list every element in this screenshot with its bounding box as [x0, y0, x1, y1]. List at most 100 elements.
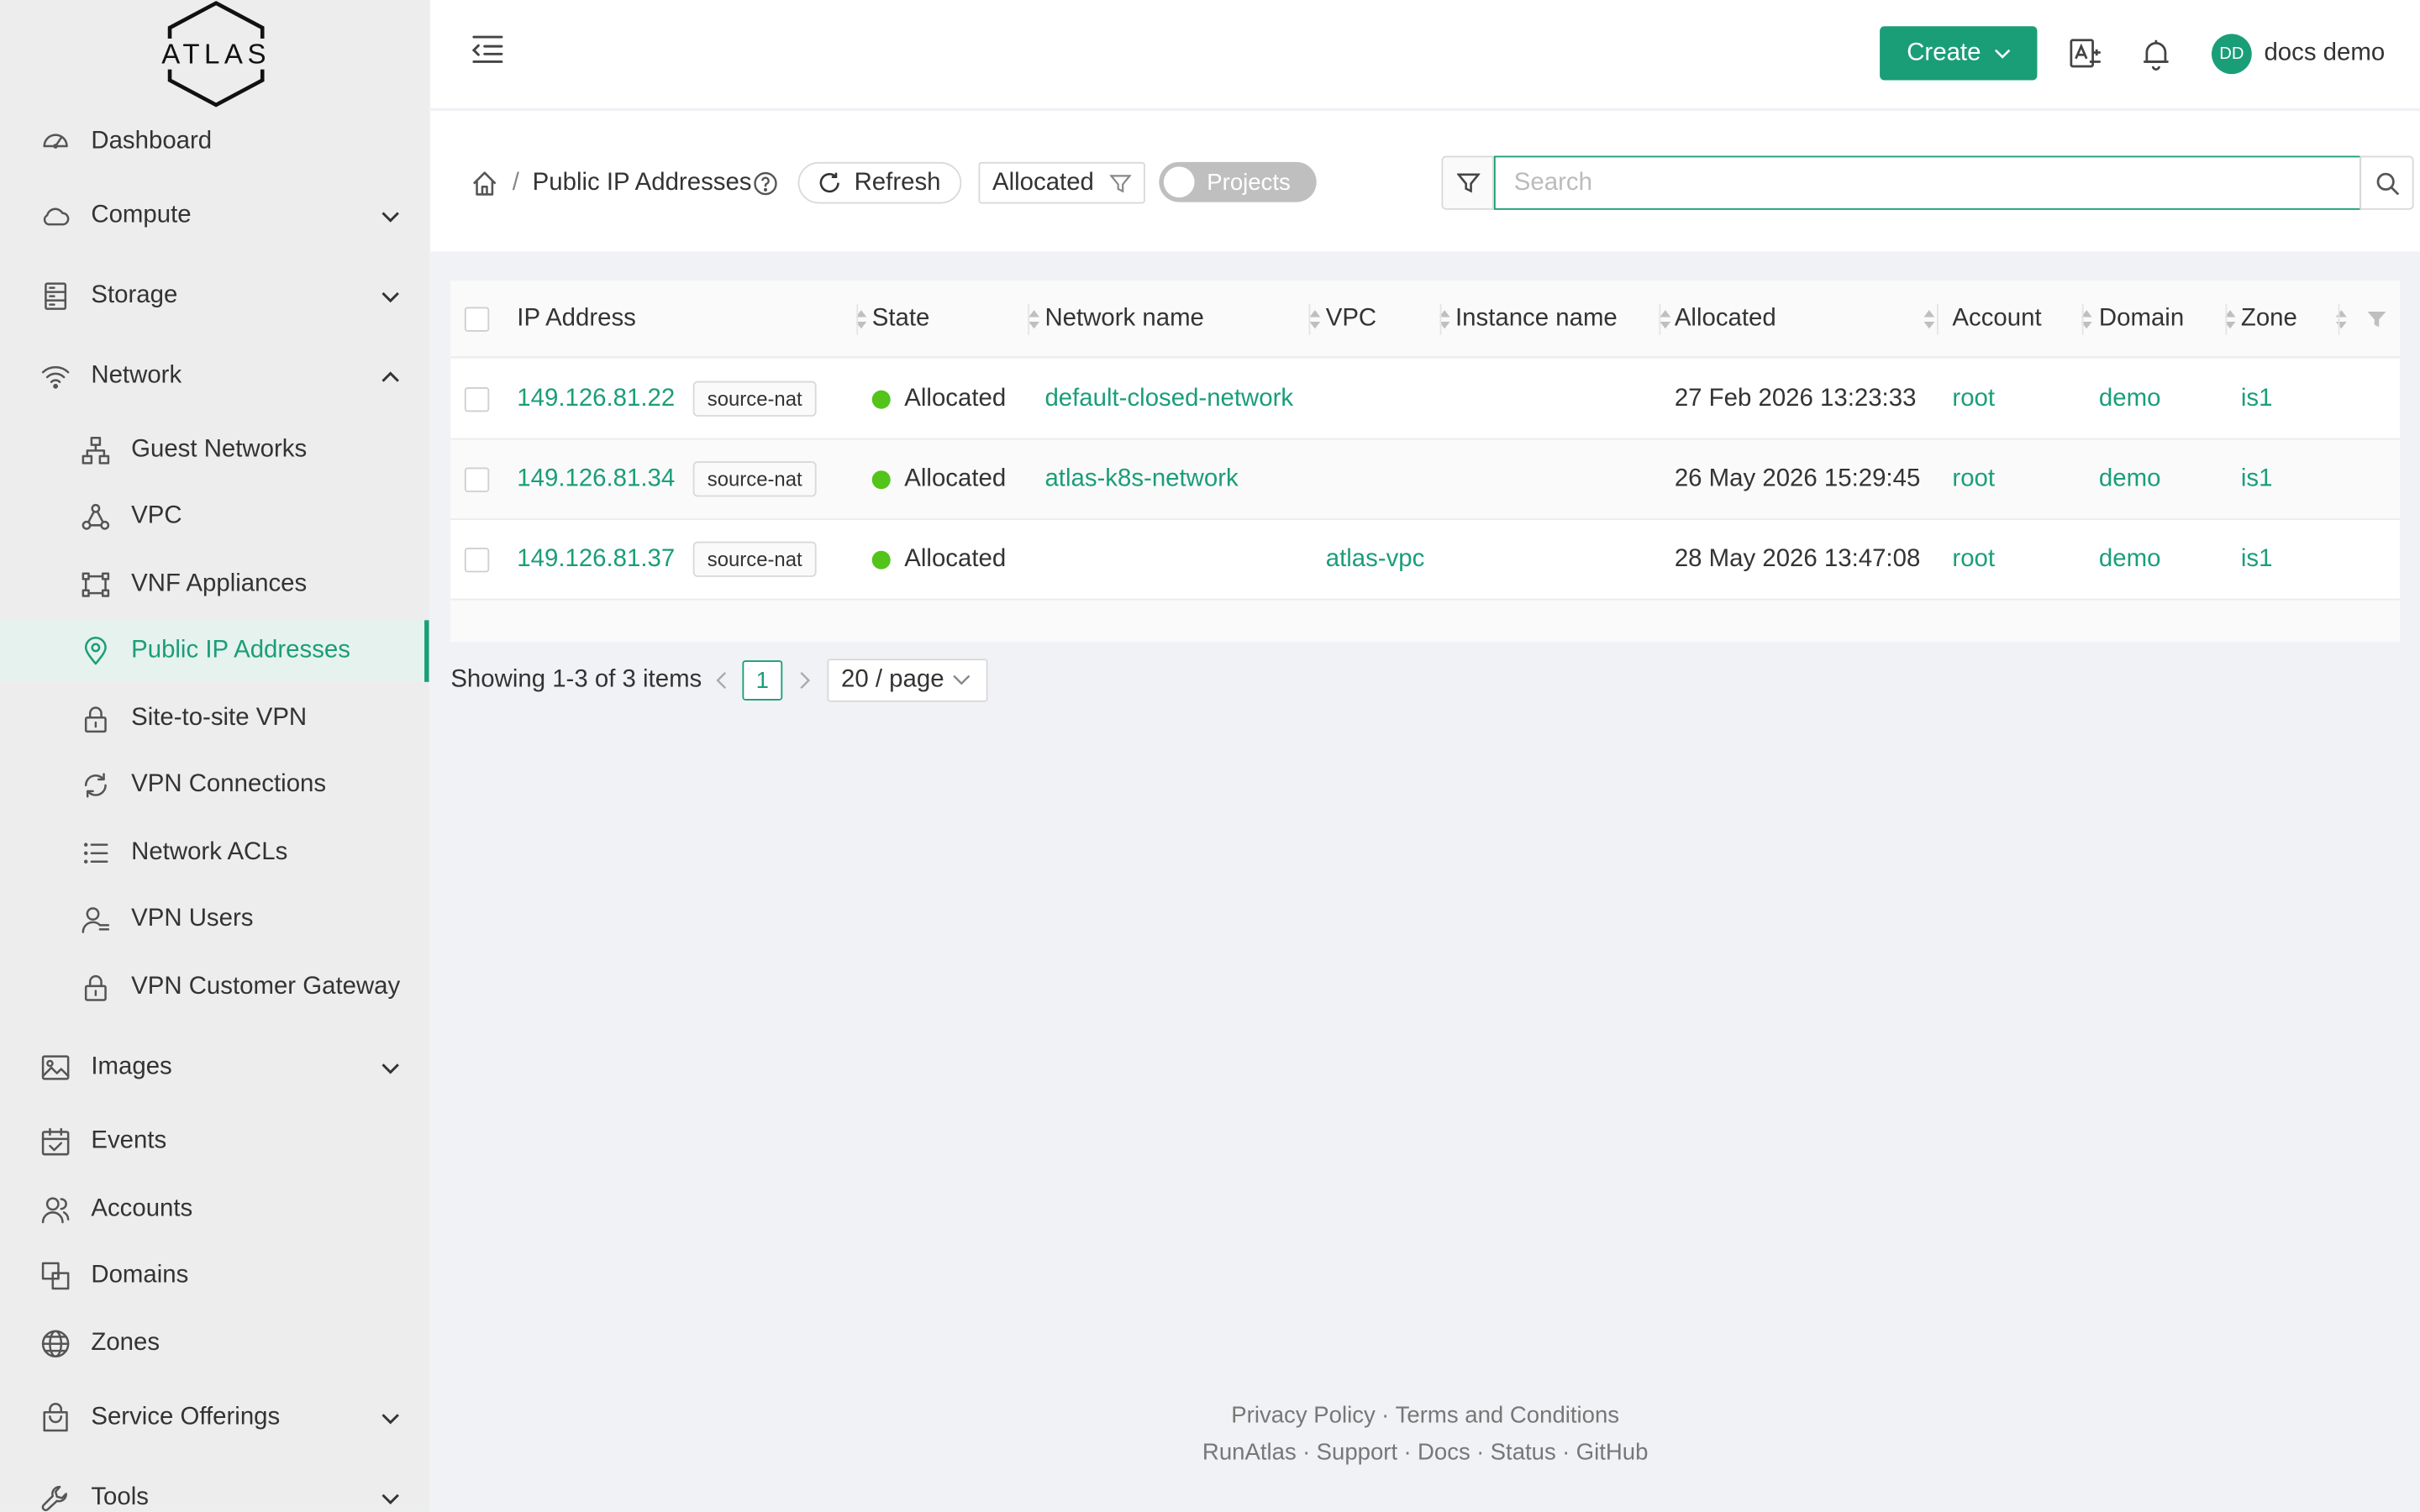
table-row[interactable]: 149.126.81.34 source-nat Allocated atlas-k8…	[450, 439, 2401, 520]
column-divider	[1659, 303, 1661, 335]
sort-icon[interactable]	[1309, 308, 1322, 330]
footer-link-github[interactable]: GitHub	[1576, 1440, 1649, 1466]
atlas-logo[interactable]: ATLAS	[160, 0, 272, 108]
state-text: Allocated	[904, 385, 1007, 412]
sidebar-item-vpn-customer-gateway[interactable]: VPN Customer Gateway	[0, 957, 429, 1018]
pagination-page-1[interactable]: 1	[742, 660, 783, 701]
sidebar-item-storage[interactable]: Storage	[0, 265, 429, 327]
sidebar-item-service-offerings[interactable]: Service Offerings	[0, 1387, 429, 1448]
footer-link-terms-and-conditions[interactable]: Terms and Conditions	[1396, 1403, 1619, 1429]
network-link[interactable]: atlas-k8s-network	[1044, 465, 1238, 493]
sidebar-item-accounts[interactable]: Accounts	[0, 1179, 429, 1240]
footer-link-docs[interactable]: Docs	[1418, 1440, 1470, 1466]
projects-toggle[interactable]: Projects	[1159, 161, 1317, 202]
column-header-ip-address[interactable]: IP Address	[517, 281, 636, 356]
row-checkbox[interactable]	[464, 467, 490, 492]
home-icon[interactable]	[471, 170, 498, 197]
chevron-down-icon[interactable]	[380, 205, 402, 227]
footer-link-privacy-policy[interactable]: Privacy Policy	[1231, 1403, 1375, 1429]
sidebar-item-compute[interactable]: Compute	[0, 185, 429, 246]
sidebar-item-tools[interactable]: Tools	[0, 1467, 429, 1512]
column-header-zone[interactable]: Zone	[2241, 281, 2297, 356]
chevron-left-icon[interactable]	[712, 668, 734, 692]
sidebar-item-events[interactable]: Events	[0, 1110, 429, 1172]
menu-fold-icon[interactable]	[471, 34, 504, 65]
sidebar-item-network[interactable]: Network	[0, 345, 429, 407]
create-button[interactable]: Create	[1880, 26, 2038, 81]
refresh-button[interactable]: Refresh	[797, 161, 962, 204]
column-header-allocated[interactable]: Allocated	[1675, 281, 1776, 356]
sidebar-item-vpc[interactable]: VPC	[0, 486, 429, 548]
column-header-instance-name[interactable]: Instance name	[1455, 281, 1618, 356]
question-circle-icon[interactable]	[753, 171, 777, 196]
translate-icon[interactable]	[2068, 37, 2102, 71]
sidebar-item-vnf-appliances[interactable]: VNF Appliances	[0, 554, 429, 615]
search-button[interactable]	[2360, 155, 2414, 210]
bell-icon[interactable]	[2139, 37, 2173, 71]
sidebar-item-domains[interactable]: Domains	[0, 1245, 429, 1306]
domain-link[interactable]: demo	[2099, 385, 2161, 412]
sort-icon[interactable]	[1923, 308, 1936, 330]
chevron-down-icon[interactable]	[380, 1488, 402, 1509]
row-checkbox[interactable]	[464, 548, 490, 573]
footer-link-runatlas[interactable]: RunAtlas	[1202, 1440, 1297, 1466]
search-input[interactable]	[1493, 155, 2362, 210]
footer-link-status[interactable]: Status	[1491, 1440, 1556, 1466]
ip-address-link[interactable]: 149.126.81.34	[517, 465, 675, 493]
column-header-state[interactable]: State	[872, 281, 930, 356]
avatar[interactable]: DD	[2211, 34, 2252, 75]
domain-link[interactable]: demo	[2099, 545, 2161, 573]
sidebar-item-zones[interactable]: Zones	[0, 1313, 429, 1374]
sidebar-item-vpn-connections[interactable]: VPN Connections	[0, 754, 429, 816]
footer-link-support[interactable]: Support	[1317, 1440, 1398, 1466]
user-name[interactable]: docs demo	[2264, 40, 2385, 68]
zone-link[interactable]: is1	[2241, 545, 2273, 573]
sidebar-item-guest-networks[interactable]: Guest Networks	[0, 420, 429, 481]
zone-link[interactable]: is1	[2241, 385, 2273, 412]
column-header-network-name[interactable]: Network name	[1044, 281, 1203, 356]
column-header-account[interactable]: Account	[1952, 281, 2041, 356]
select-all-checkbox[interactable]	[464, 307, 490, 332]
lock-icon	[79, 702, 113, 736]
toggle-knob	[1163, 166, 1195, 198]
ip-address-link[interactable]: 149.126.81.22	[517, 385, 675, 412]
network-link[interactable]: default-closed-network	[1044, 385, 1293, 412]
sidebar-item-network-acls[interactable]: Network ACLs	[0, 822, 429, 884]
account-link[interactable]: root	[1952, 545, 1995, 573]
table-row[interactable]: 149.126.81.37 source-nat Allocated atlas-vp…	[450, 519, 2401, 601]
sidebar-item-vpn-users[interactable]: VPN Users	[0, 889, 429, 950]
page-size-select[interactable]: 20 / page	[827, 659, 988, 702]
chevron-right-icon[interactable]	[793, 668, 815, 692]
vpc-link[interactable]: atlas-vpc	[1326, 545, 1425, 573]
sort-icon[interactable]	[2335, 308, 2348, 330]
sidebar-item-images[interactable]: Images	[0, 1037, 429, 1098]
sync-icon	[79, 769, 113, 802]
tool-icon	[39, 1481, 72, 1512]
zone-link[interactable]: is1	[2241, 465, 2273, 493]
column-filter-icon[interactable]	[2366, 308, 2388, 330]
state-filter-select[interactable]: Allocated	[978, 161, 1145, 204]
account-link[interactable]: root	[1952, 385, 1995, 412]
sidebar-item-site-to-site-vpn[interactable]: Site-to-site VPN	[0, 688, 429, 749]
table-row[interactable]: 149.126.81.22 source-nat Allocated default-…	[450, 359, 2401, 440]
sort-icon[interactable]	[1659, 308, 1671, 330]
ip-address-link[interactable]: 149.126.81.37	[517, 545, 675, 573]
create-label: Create	[1907, 39, 1981, 66]
sidebar-item-dashboard[interactable]: Dashboard	[0, 111, 429, 172]
row-checkbox[interactable]	[464, 387, 490, 412]
chevron-up-icon[interactable]	[380, 365, 402, 387]
chevron-down-icon[interactable]	[380, 286, 402, 307]
domain-link[interactable]: demo	[2099, 465, 2161, 493]
search-filter-button[interactable]	[1441, 155, 1494, 210]
sort-icon[interactable]	[1028, 308, 1040, 330]
column-header-domain[interactable]: Domain	[2099, 281, 2184, 356]
sidebar-item-public-ip-addresses[interactable]: Public IP Addresses	[0, 620, 429, 682]
chevron-down-icon[interactable]	[380, 1057, 402, 1079]
sidebar-item-label: VNF Appliances	[131, 570, 308, 597]
column-header-vpc[interactable]: VPC	[1326, 281, 1376, 356]
chevron-down-icon[interactable]	[380, 1407, 402, 1429]
account-link[interactable]: root	[1952, 465, 1995, 493]
dashboard-icon	[39, 125, 72, 159]
filter-icon	[1109, 175, 1132, 193]
column-divider	[2081, 303, 2084, 335]
